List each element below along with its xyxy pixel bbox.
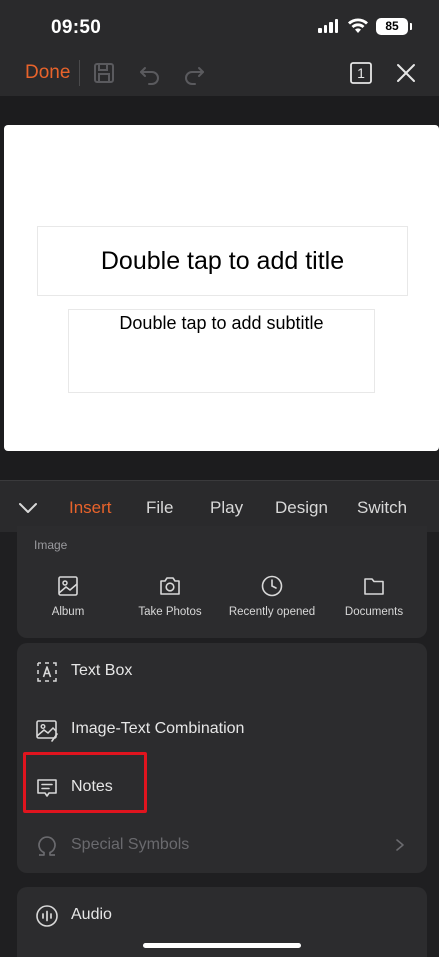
image-text-combination-item[interactable]: Image-Text Combination [17, 701, 427, 759]
special-symbols-item[interactable]: Special Symbols [17, 817, 427, 873]
notes-label: Notes [71, 778, 113, 795]
ribbon-tabs: Insert File Play Design Switch [0, 480, 439, 532]
tab-design[interactable]: Design [275, 498, 328, 518]
documents-label: Documents [344, 606, 404, 618]
undo-icon[interactable] [137, 60, 163, 86]
done-button[interactable]: Done [25, 62, 70, 84]
status-time: 09:50 [51, 17, 102, 38]
notes-icon [37, 779, 57, 797]
camera-icon [160, 577, 180, 595]
insert-panel: Image Album Take Photos Recently opened … [0, 526, 439, 957]
clock-icon [261, 575, 283, 597]
take-photos-button[interactable]: Take Photos [119, 574, 221, 618]
top-toolbar: Done 1 [0, 52, 439, 96]
chevron-right-icon [396, 839, 404, 851]
save-icon[interactable] [91, 60, 117, 86]
cellular-signal-icon [318, 19, 338, 33]
image-section: Image Album Take Photos Recently opened … [17, 526, 427, 638]
tab-switch[interactable]: Switch [357, 498, 407, 518]
image-text-icon [36, 720, 58, 742]
special-symbols-label: Special Symbols [71, 836, 190, 853]
take-photos-label: Take Photos [138, 606, 202, 618]
documents-button[interactable]: Documents [323, 574, 425, 618]
battery-level: 85 [385, 19, 399, 33]
text-box-icon [37, 662, 57, 682]
close-icon[interactable] [393, 60, 419, 86]
audio-label: Audio [71, 906, 112, 923]
recently-opened-button[interactable]: Recently opened [221, 574, 323, 618]
slide-canvas: Double tap to add title Double tap to ad… [0, 96, 439, 480]
title-placeholder-text: Double tap to add title [100, 246, 345, 275]
text-box-item[interactable]: Text Box [17, 643, 427, 701]
slide-counter-icon[interactable]: 1 [348, 60, 374, 86]
tab-insert[interactable]: Insert [69, 498, 112, 518]
album-button[interactable]: Album [17, 574, 119, 618]
chevron-down-icon[interactable] [16, 496, 40, 520]
toolbar-divider [79, 60, 80, 86]
redo-icon[interactable] [181, 60, 207, 86]
album-label: Album [51, 606, 85, 618]
recently-opened-label: Recently opened [228, 606, 316, 618]
text-box-label: Text Box [71, 662, 133, 679]
notes-item[interactable]: Notes [17, 759, 427, 817]
image-section-label: Image [34, 538, 68, 552]
folder-icon [364, 578, 384, 595]
tab-play[interactable]: Play [210, 498, 243, 518]
tab-file[interactable]: File [146, 498, 173, 518]
slide-counter-value: 1 [357, 65, 365, 81]
album-icon [58, 576, 78, 596]
home-indicator [143, 943, 301, 948]
status-bar: 09:50 85 [0, 0, 439, 52]
battery-indicator: 85 [376, 18, 412, 35]
insert-list: Text Box Image-Text Combination Notes Sp… [17, 643, 427, 873]
subtitle-placeholder[interactable]: Double tap to add subtitle [68, 309, 375, 393]
image-text-combination-label: Image-Text Combination [71, 720, 245, 737]
slide[interactable]: Double tap to add title Double tap to ad… [4, 125, 439, 451]
title-placeholder[interactable]: Double tap to add title [37, 226, 408, 296]
subtitle-placeholder-text: Double tap to add subtitle [119, 313, 324, 333]
audio-icon [36, 905, 58, 927]
wifi-icon [348, 18, 368, 33]
audio-item[interactable]: Audio [17, 887, 427, 945]
omega-icon [38, 836, 56, 856]
